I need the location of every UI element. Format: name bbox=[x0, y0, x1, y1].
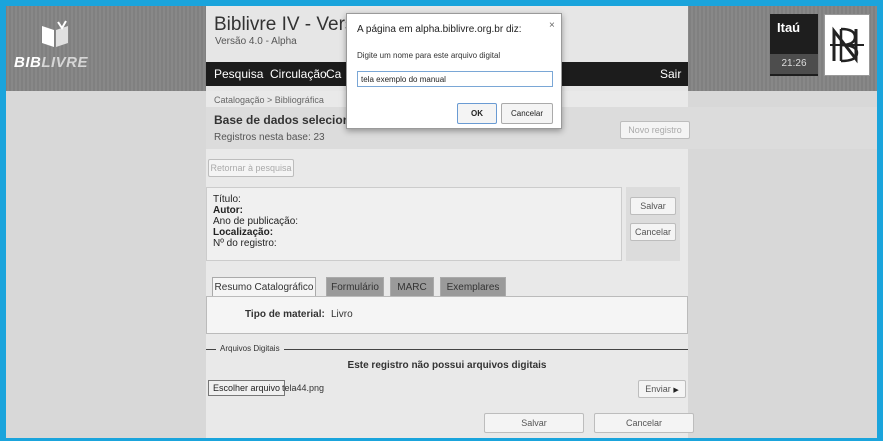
logout-link[interactable]: Sair bbox=[660, 67, 681, 81]
record-count: Registros nesta base: 23 bbox=[214, 132, 325, 143]
save-button[interactable]: Salvar bbox=[484, 413, 584, 433]
tab-marc[interactable]: MARC bbox=[390, 277, 434, 297]
tab-resumo-catalografico[interactable]: Resumo Catalográfico bbox=[212, 277, 316, 298]
dialog-cancel-button[interactable]: Cancelar bbox=[501, 103, 553, 124]
user-panel: Itaú 21:26 bbox=[770, 14, 818, 76]
logo-wordmark: BIBLIVRE bbox=[14, 54, 88, 71]
save-record-button[interactable]: Salvar bbox=[630, 197, 676, 215]
prompt-dialog: A página em alpha.biblivre.org.br diz: ×… bbox=[346, 13, 562, 129]
tab-panel: Tipo de material: Livro bbox=[206, 296, 688, 334]
browser-viewport: BIBLIVRE Biblivre IV - Versão Versão 4.0… bbox=[6, 6, 877, 438]
field-year: Ano de publicação: bbox=[213, 216, 299, 227]
field-location: Localização: bbox=[213, 227, 274, 238]
logo-text-light: LIVRE bbox=[41, 54, 89, 71]
new-record-button[interactable]: Novo registro bbox=[620, 121, 690, 139]
catalog-content: Catalogação > Bibliográfica Base de dado… bbox=[206, 91, 877, 438]
database-title: Base de dados selecionad bbox=[214, 113, 365, 127]
field-author: Autor: bbox=[213, 205, 243, 216]
menu-item-catalogacao[interactable]: Ca bbox=[326, 67, 341, 81]
play-arrow-icon: ▶ bbox=[673, 387, 679, 394]
send-file-button[interactable]: Enviar ▶ bbox=[638, 380, 686, 398]
return-to-search-button[interactable]: Retornar à pesquisa bbox=[208, 159, 294, 177]
form-actions: Salvar Cancelar bbox=[206, 413, 694, 433]
tab-exemplares[interactable]: Exemplares bbox=[440, 277, 506, 297]
breadcrumb: Catalogação > Bibliográfica bbox=[214, 95, 324, 105]
field-record-number: Nº do registro: bbox=[213, 238, 277, 249]
cancel-record-button[interactable]: Cancelar bbox=[630, 223, 676, 241]
library-monogram-logo bbox=[824, 14, 870, 76]
tab-formulario[interactable]: Formulário bbox=[326, 277, 384, 297]
chosen-file-name: tela44.png bbox=[282, 383, 325, 393]
monogram-icon bbox=[830, 26, 864, 64]
no-files-message: Este registro não possui arquivos digita… bbox=[347, 360, 547, 371]
menu-item-pesquisa[interactable]: Pesquisa bbox=[214, 67, 263, 81]
field-title: Título: bbox=[213, 194, 241, 205]
cancel-button[interactable]: Cancelar bbox=[594, 413, 694, 433]
send-file-label: Enviar bbox=[645, 384, 671, 394]
dialog-title: A página em alpha.biblivre.org.br diz: bbox=[357, 24, 522, 35]
material-type-label: Tipo de material: bbox=[245, 309, 325, 320]
record-actions: Salvar Cancelar bbox=[626, 187, 680, 261]
material-type-value: Livro bbox=[331, 309, 353, 320]
menu-item-circulacao[interactable]: Circulação bbox=[270, 67, 327, 81]
choose-file-button[interactable]: Escolher arquivo bbox=[208, 380, 286, 396]
close-icon[interactable]: × bbox=[549, 20, 555, 31]
dialog-prompt: Digite um nome para este arquivo digital bbox=[357, 51, 501, 60]
book-logo-icon bbox=[42, 20, 68, 47]
ok-button[interactable]: OK bbox=[457, 103, 497, 124]
app-version: Versão 4.0 - Alpha bbox=[215, 36, 297, 47]
user-name: Itaú bbox=[777, 20, 801, 35]
clock: 21:26 bbox=[770, 54, 818, 74]
biblivre-logo[interactable]: BIBLIVRE bbox=[14, 18, 90, 78]
logo-text-bold: BIB bbox=[14, 54, 42, 71]
file-name-input[interactable] bbox=[357, 71, 553, 87]
digital-files-section: Arquivos Digitais Este registro não poss… bbox=[206, 344, 688, 407]
digital-files-legend: Arquivos Digitais bbox=[216, 344, 284, 353]
record-summary: Título: Autor: Ano de publicação: Locali… bbox=[206, 187, 622, 261]
